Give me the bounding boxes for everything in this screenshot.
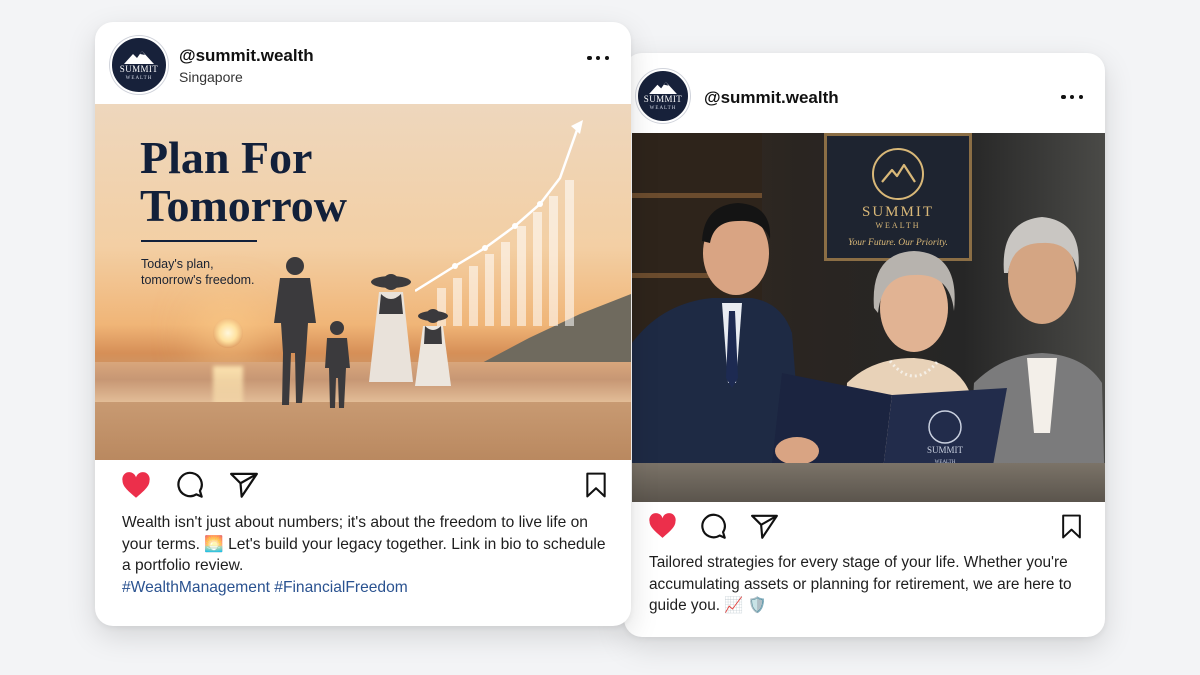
folder-title: SUMMIT bbox=[927, 445, 964, 455]
bookmark-icon bbox=[1061, 514, 1081, 538]
save-button[interactable] bbox=[1056, 511, 1086, 541]
post-card-left: SUMMIT WEALTH @summit.wealth Singapore P… bbox=[95, 22, 631, 626]
more-options-icon[interactable] bbox=[587, 54, 609, 62]
avatar[interactable]: SUMMIT WEALTH bbox=[110, 36, 168, 94]
comment-icon bbox=[177, 471, 203, 498]
post-image[interactable]: SUMMIT WEALTH Your Future. Our Priority. bbox=[632, 133, 1105, 502]
like-button[interactable] bbox=[647, 511, 677, 541]
post-actions bbox=[95, 470, 631, 510]
comment-icon bbox=[700, 513, 726, 539]
post-caption: Wealth isn't just about numbers; it's ab… bbox=[122, 512, 612, 598]
advisor-meeting-scene: SUMMIT WEALTH bbox=[632, 203, 1105, 502]
headline-line-1: Plan For bbox=[140, 132, 313, 183]
headline-line-2: Tomorrow bbox=[140, 180, 347, 231]
post-actions bbox=[624, 511, 1105, 551]
account-handle[interactable]: @summit.wealth bbox=[704, 88, 839, 108]
more-options-icon[interactable] bbox=[1061, 93, 1083, 101]
caption-hashtags[interactable]: #WealthManagement #FinancialFreedom bbox=[122, 579, 408, 596]
post-image[interactable]: Plan For Tomorrow Today's plan, tomorrow… bbox=[95, 104, 631, 460]
heart-filled-icon bbox=[648, 513, 676, 538]
avatar-logo-text: SUMMIT bbox=[119, 63, 159, 74]
family-silhouette bbox=[274, 257, 451, 408]
post-card-right: SUMMIT WEALTH @summit.wealth SUMMIT WEAL… bbox=[624, 53, 1105, 637]
feed-stage: SUMMIT WEALTH @summit.wealth Singapore P… bbox=[0, 0, 1200, 675]
share-button[interactable] bbox=[749, 511, 779, 541]
mountain-logo-icon bbox=[124, 50, 154, 64]
save-button[interactable] bbox=[581, 470, 611, 500]
post-header: SUMMIT WEALTH @summit.wealth bbox=[624, 53, 1105, 133]
headline-divider bbox=[141, 240, 257, 242]
post-caption: Tailored strategies for every stage of y… bbox=[649, 554, 1072, 614]
heart-filled-icon bbox=[122, 471, 150, 498]
sun bbox=[213, 318, 243, 348]
caption-text: Wealth isn't just about numbers; it's ab… bbox=[122, 514, 606, 574]
avatar[interactable]: SUMMIT WEALTH bbox=[636, 69, 690, 123]
send-icon bbox=[230, 472, 258, 498]
avatar-logo-text: SUMMIT bbox=[643, 94, 683, 104]
avatar-logo-subtext: WEALTH bbox=[125, 75, 153, 81]
marble-desk bbox=[632, 463, 1105, 502]
post-location[interactable]: Singapore bbox=[179, 69, 243, 85]
like-button[interactable] bbox=[121, 470, 151, 500]
bookmark-icon bbox=[586, 472, 606, 498]
send-icon bbox=[750, 514, 778, 539]
comment-button[interactable] bbox=[175, 470, 205, 500]
share-button[interactable] bbox=[229, 470, 259, 500]
avatar-logo-subtext: WEALTH bbox=[649, 106, 677, 111]
mountain-logo-icon bbox=[649, 81, 677, 94]
comment-button[interactable] bbox=[698, 511, 728, 541]
account-handle[interactable]: @summit.wealth bbox=[179, 46, 314, 66]
image-headline: Plan For Tomorrow bbox=[140, 134, 440, 230]
post-header: SUMMIT WEALTH @summit.wealth Singapore bbox=[95, 22, 631, 104]
